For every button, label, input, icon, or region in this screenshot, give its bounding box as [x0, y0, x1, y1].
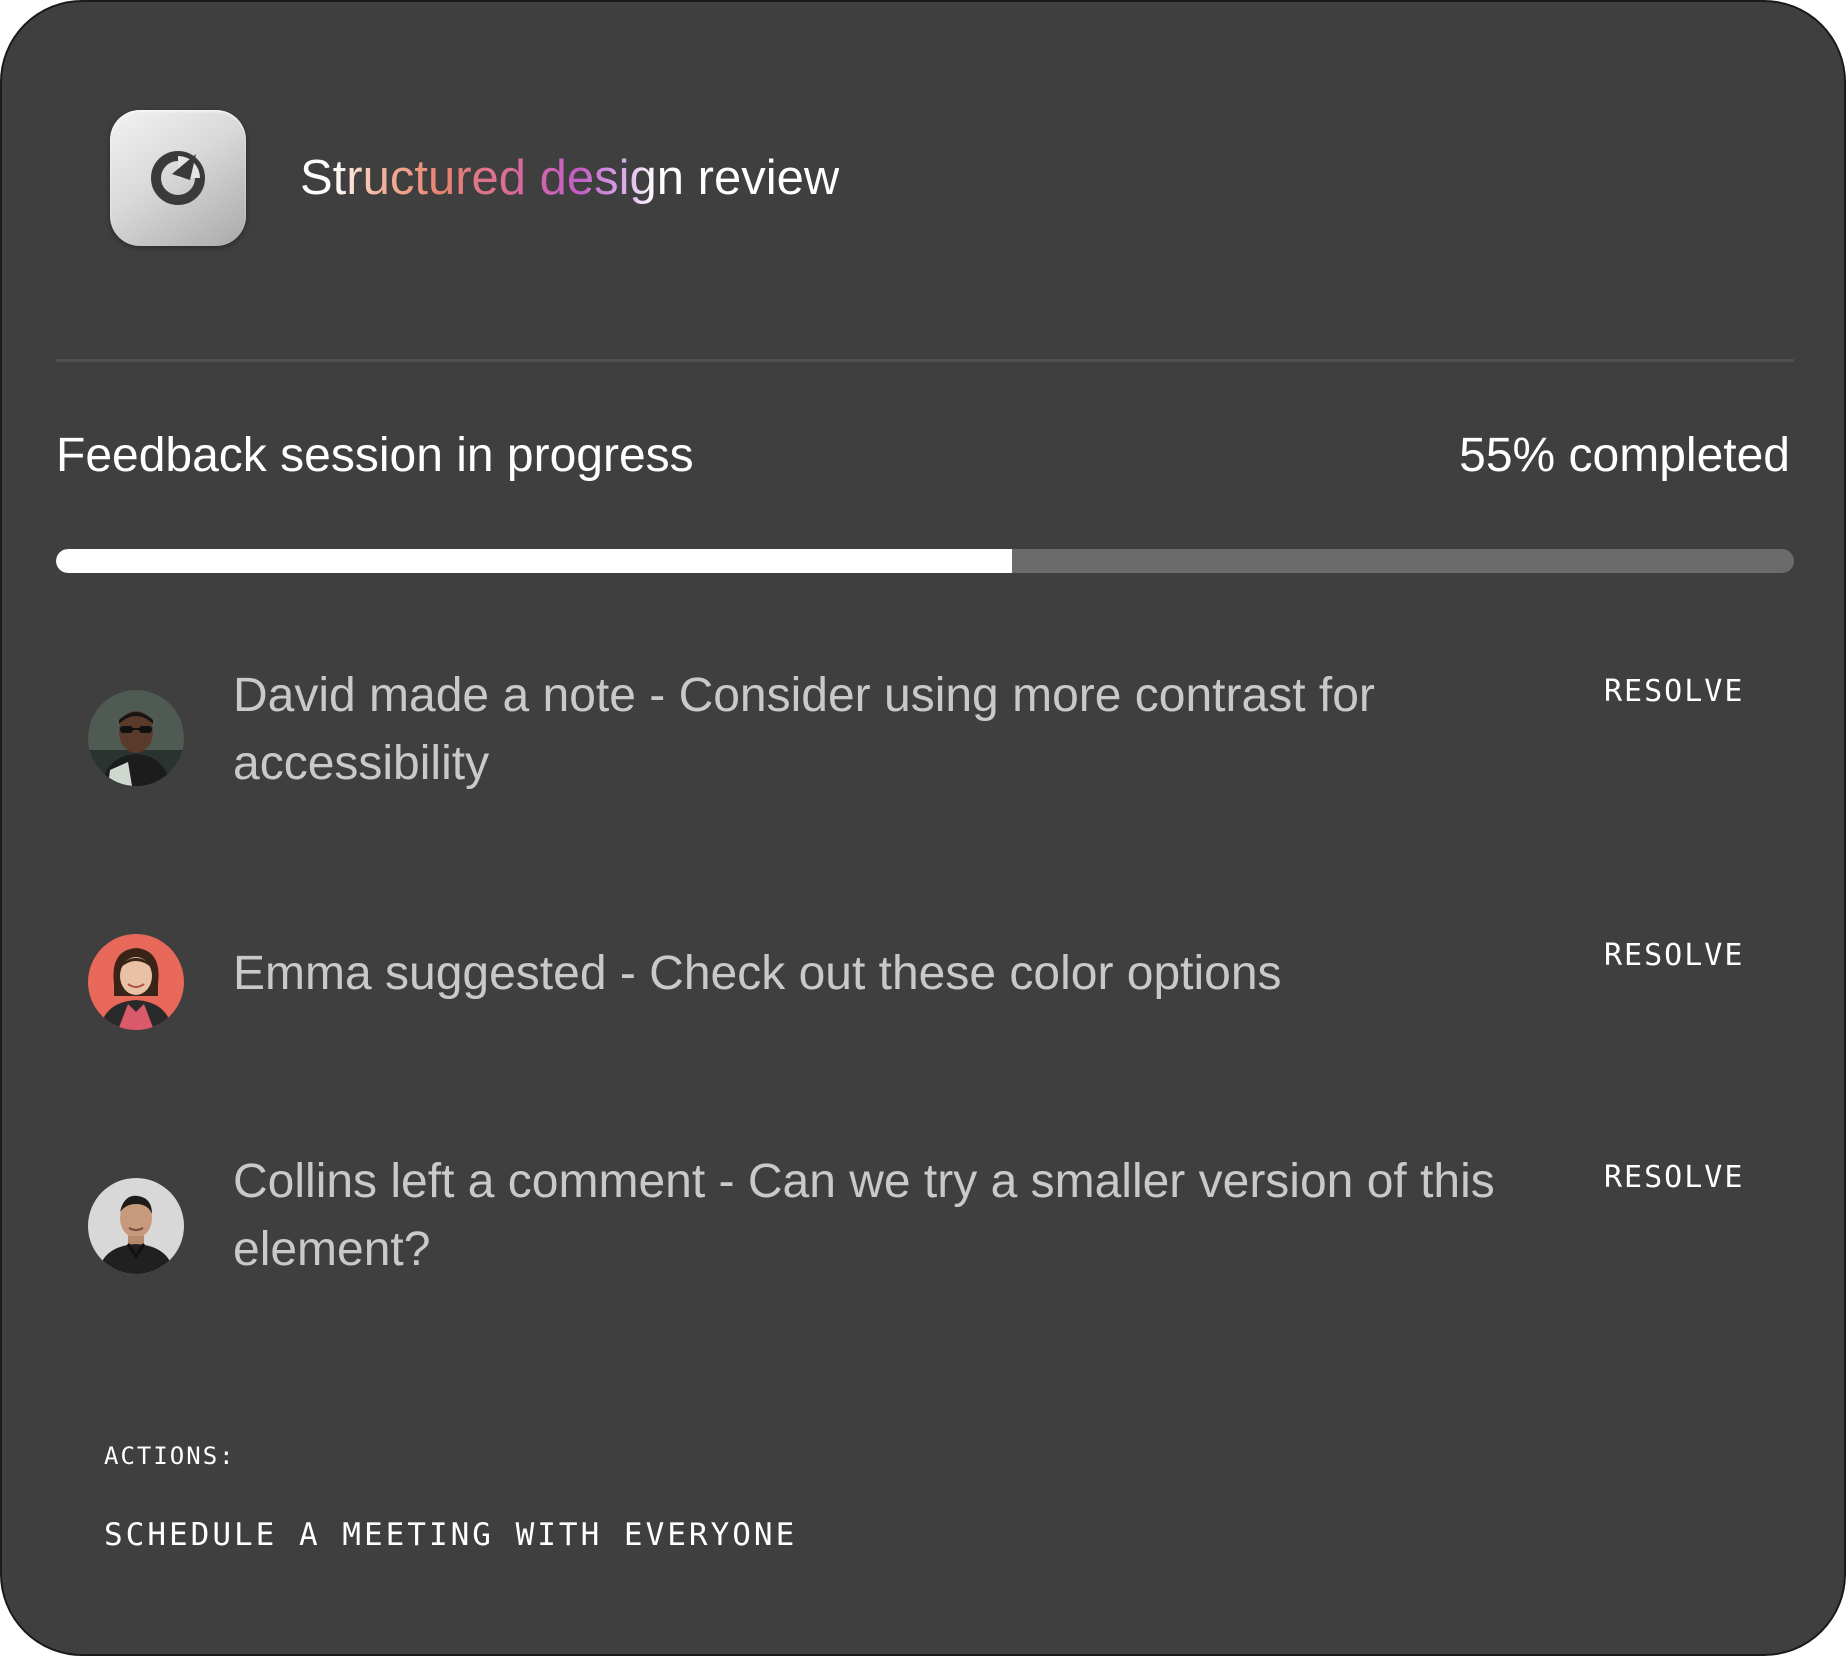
resolve-button[interactable]: RESOLVE [1604, 672, 1744, 712]
divider [56, 359, 1794, 362]
session-status-label: Feedback session in progress [56, 429, 694, 482]
app-title: Structured design review [300, 144, 839, 212]
progress-bar-fill [56, 549, 1012, 573]
feedback-card: Structured design review Feedback sessio… [0, 0, 1846, 1656]
feedback-text: David made a note - Consider using more … [233, 669, 1375, 790]
resolve-button[interactable]: RESOLVE [1604, 936, 1744, 976]
refresh-c-logo-icon [110, 110, 246, 246]
feedback-text: Emma suggested - Check out these color o… [233, 947, 1282, 1000]
progress-percentage: 55% completed [1459, 429, 1790, 482]
progress-bar [56, 549, 1794, 573]
avatar-david [88, 690, 184, 786]
feedback-text: Collins left a comment - Can we try a sm… [233, 1155, 1495, 1276]
avatar-emma [88, 934, 184, 1030]
avatar-collins [88, 1178, 184, 1274]
schedule-meeting-link[interactable]: SCHEDULE A MEETING WITH EVERYONE [104, 1514, 797, 1556]
resolve-button[interactable]: RESOLVE [1604, 1158, 1744, 1198]
actions-label: ACTIONS: [104, 1442, 236, 1470]
